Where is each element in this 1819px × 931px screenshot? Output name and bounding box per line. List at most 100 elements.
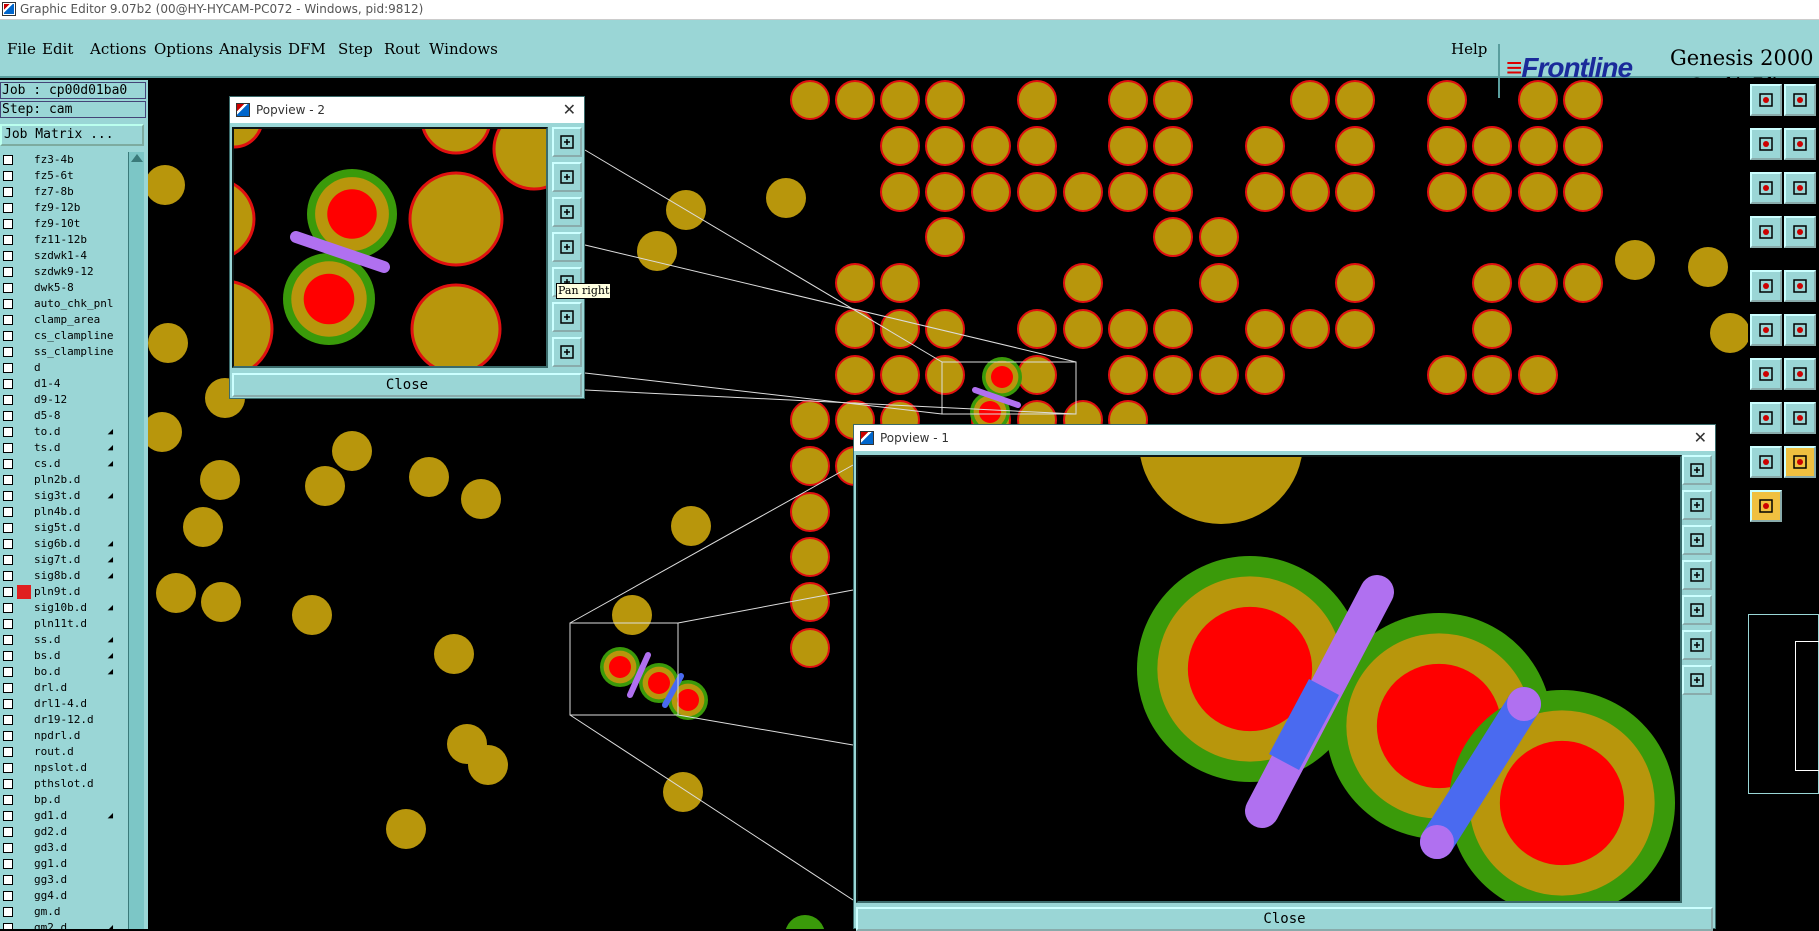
menu-step[interactable]: Step: [338, 40, 373, 58]
layer-color-swatch[interactable]: [17, 345, 31, 359]
layer-color-swatch[interactable]: [17, 793, 31, 807]
layer-checkbox[interactable]: [3, 347, 13, 357]
popview-1-close-button[interactable]: Close: [856, 907, 1713, 931]
layer-name[interactable]: gg1.d: [33, 857, 115, 871]
layer-row[interactable]: dwk5-8: [0, 280, 118, 296]
layer-checkbox[interactable]: [3, 235, 13, 245]
layer-name[interactable]: cs.d ◢: [33, 457, 115, 471]
layer-checkbox[interactable]: [3, 331, 13, 341]
layer-color-swatch[interactable]: [17, 761, 31, 775]
zoom-home-tool-button[interactable]: [1750, 84, 1782, 116]
layer-row[interactable]: fz11-12b: [0, 232, 118, 248]
layer-row[interactable]: to.d ◢: [0, 424, 118, 440]
zoom-out-button[interactable]: [1682, 665, 1712, 695]
layer-name[interactable]: pln2b.d: [33, 473, 115, 487]
zoom-fit-button[interactable]: [552, 127, 582, 157]
zoom-out-button[interactable]: [552, 337, 582, 367]
layer-color-swatch[interactable]: [17, 681, 31, 695]
layer-checkbox[interactable]: [3, 859, 13, 869]
pan-down-button[interactable]: [1682, 525, 1712, 555]
layer-checkbox[interactable]: [3, 203, 13, 213]
layer-color-swatch[interactable]: [17, 905, 31, 919]
layer-color-swatch[interactable]: [17, 265, 31, 279]
layer-list-scrollbar[interactable]: [128, 152, 144, 929]
layer-checkbox[interactable]: [3, 683, 13, 693]
layer-checkbox[interactable]: [3, 667, 13, 677]
layer-name[interactable]: pln4b.d: [33, 505, 115, 519]
pan-right-tool-button[interactable]: [1784, 358, 1816, 390]
layer-row[interactable]: clamp_area: [0, 312, 118, 328]
popview-2-close-button[interactable]: Close: [232, 373, 582, 397]
layer-color-swatch[interactable]: [17, 185, 31, 199]
menu-edit[interactable]: Edit: [42, 40, 73, 58]
pan-down-button[interactable]: [552, 197, 582, 227]
layer-row[interactable]: sig6b.d ◢: [0, 536, 118, 552]
pan-up-button[interactable]: [1682, 490, 1712, 520]
layer-color-swatch[interactable]: [17, 169, 31, 183]
layer-checkbox[interactable]: [3, 795, 13, 805]
layer-checkbox[interactable]: [3, 299, 13, 309]
layer-checkbox[interactable]: [3, 379, 13, 389]
layer-color-swatch[interactable]: [17, 745, 31, 759]
layer-row[interactable]: ss.d ◢: [0, 632, 118, 648]
layer-name[interactable]: d9-12: [33, 393, 115, 407]
layer-checkbox[interactable]: [3, 635, 13, 645]
layer-name[interactable]: npslot.d: [33, 761, 115, 775]
menu-options[interactable]: Options: [154, 40, 213, 58]
select-tool-button[interactable]: [1750, 314, 1782, 346]
layer-color-swatch[interactable]: [17, 697, 31, 711]
pan-tool-button[interactable]: [1750, 128, 1782, 160]
layer-row[interactable]: pln9t.d: [0, 584, 118, 600]
layer-row[interactable]: pln4b.d: [0, 504, 118, 520]
layer-checkbox[interactable]: [3, 459, 13, 469]
layer-name[interactable]: gd3.d: [33, 841, 115, 855]
layer-color-swatch[interactable]: [17, 841, 31, 855]
layer-color-swatch[interactable]: [17, 777, 31, 791]
layer-name[interactable]: clamp_area: [33, 313, 115, 327]
layer-row[interactable]: auto_chk_pnl: [0, 296, 118, 312]
layer-name[interactable]: fz3-4b: [33, 153, 115, 167]
pan-right-button[interactable]: [1682, 595, 1712, 625]
layer-row[interactable]: fz5-6t: [0, 168, 118, 184]
layer-name[interactable]: sig8b.d ◢: [33, 569, 115, 583]
layer-color-swatch[interactable]: [17, 409, 31, 423]
measure-tool-button[interactable]: [1784, 172, 1816, 204]
layer-name[interactable]: npdrl.d: [33, 729, 115, 743]
layer-row[interactable]: sig5t.d: [0, 520, 118, 536]
layer-checkbox[interactable]: [3, 827, 13, 837]
layer-row[interactable]: gg4.d: [0, 888, 118, 904]
layer-checkbox[interactable]: [3, 907, 13, 917]
layer-checkbox[interactable]: [3, 507, 13, 517]
layer-color-swatch[interactable]: [17, 553, 31, 567]
layer-checkbox[interactable]: [3, 619, 13, 629]
layer-name[interactable]: cs_clampline: [33, 329, 115, 343]
layer-name[interactable]: sig6b.d ◢: [33, 537, 115, 551]
layer-name[interactable]: rout.d: [33, 745, 115, 759]
layer-checkbox[interactable]: [3, 491, 13, 501]
layer-checkbox[interactable]: [3, 779, 13, 789]
layer-row[interactable]: bp.d: [0, 792, 118, 808]
layer-name[interactable]: bo.d ◢: [33, 665, 115, 679]
layer-checkbox[interactable]: [3, 475, 13, 485]
display-tool-button[interactable]: [1750, 402, 1782, 434]
layer-checkbox[interactable]: [3, 363, 13, 373]
layer-checkbox[interactable]: [3, 267, 13, 277]
layer-row[interactable]: d: [0, 360, 118, 376]
scroll-up-icon[interactable]: [131, 154, 143, 162]
layer-color-swatch[interactable]: [17, 249, 31, 263]
layer-name[interactable]: auto_chk_pnl: [33, 297, 115, 311]
layer-name[interactable]: gm2.d ◢: [33, 921, 115, 929]
layer-color-swatch[interactable]: [17, 537, 31, 551]
layer-name[interactable]: sig3t.d ◢: [33, 489, 115, 503]
layer-checkbox[interactable]: [3, 539, 13, 549]
layer-checkbox[interactable]: [3, 731, 13, 741]
layer-color-swatch[interactable]: [17, 569, 31, 583]
layer-color-swatch[interactable]: [17, 889, 31, 903]
pan-left-button[interactable]: [1682, 560, 1712, 590]
draw-pad-tool-button[interactable]: [1750, 216, 1782, 248]
layer-checkbox[interactable]: [3, 155, 13, 165]
layer-row[interactable]: npdrl.d: [0, 728, 118, 744]
layer-name[interactable]: pthslot.d: [33, 777, 115, 791]
layer-row[interactable]: pln11t.d: [0, 616, 118, 632]
layer-checkbox[interactable]: [3, 811, 13, 821]
